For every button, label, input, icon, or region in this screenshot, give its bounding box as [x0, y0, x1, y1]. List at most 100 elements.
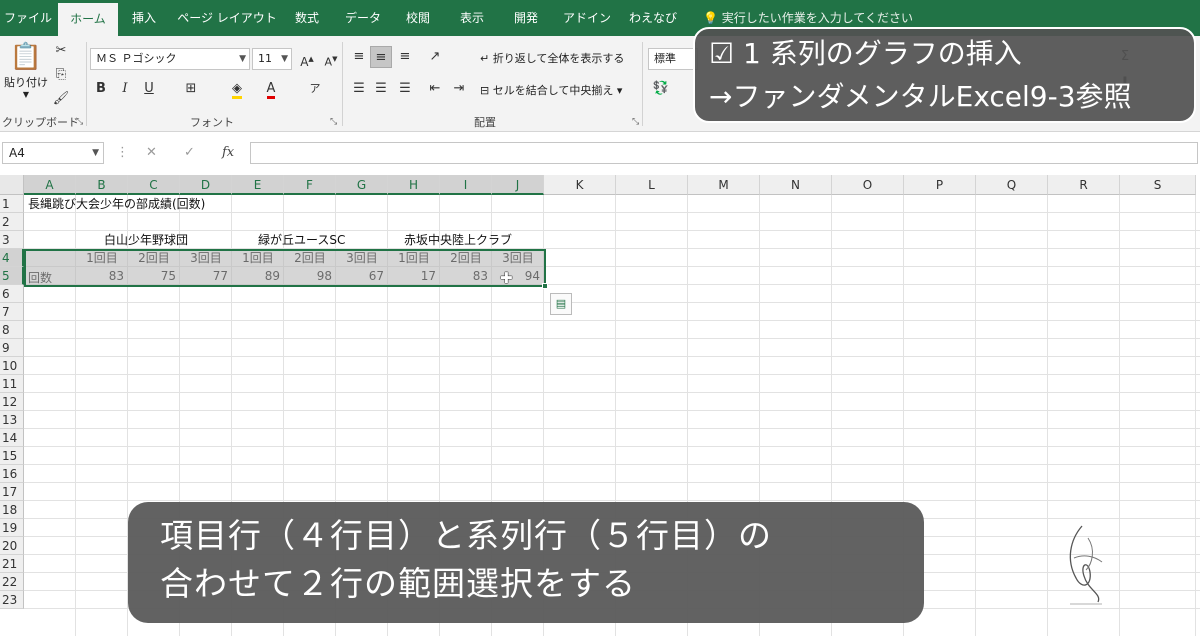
cut-icon[interactable]: ✂: [50, 40, 72, 62]
formula-input[interactable]: [250, 142, 1198, 164]
tab-file[interactable]: ファイル: [0, 0, 56, 36]
dialog-launcher-icon[interactable]: ⤡: [330, 117, 337, 127]
column-header-e[interactable]: E: [232, 175, 284, 195]
column-header-r[interactable]: R: [1048, 175, 1120, 195]
merge-center-button[interactable]: ⊟ セルを結合して中央揃え ▾: [480, 82, 622, 98]
increase-font-icon[interactable]: A▲: [296, 48, 318, 70]
column-header-q[interactable]: Q: [976, 175, 1048, 195]
row-header-3[interactable]: 3: [0, 231, 24, 249]
tab-home[interactable]: ホーム: [58, 3, 118, 36]
row-header-14[interactable]: 14: [0, 429, 24, 447]
row-header-22[interactable]: 22: [0, 573, 24, 591]
column-header-m[interactable]: M: [688, 175, 760, 195]
insert-function-icon[interactable]: fx: [222, 142, 234, 164]
column-header-f[interactable]: F: [284, 175, 336, 195]
row-header-17[interactable]: 17: [0, 483, 24, 501]
row-header-7[interactable]: 7: [0, 303, 24, 321]
format-painter-icon[interactable]: 🖌: [50, 88, 72, 110]
column-header-d[interactable]: D: [180, 175, 232, 195]
enter-icon[interactable]: ✓: [184, 142, 195, 164]
font-size-select[interactable]: 11 ▼: [252, 48, 292, 70]
tab-waenavi[interactable]: わえなび: [620, 0, 686, 36]
dialog-launcher-icon[interactable]: ⤡: [76, 117, 83, 127]
column-header-s[interactable]: S: [1120, 175, 1196, 195]
increase-indent-icon[interactable]: ⇥: [448, 78, 470, 100]
row-header-21[interactable]: 21: [0, 555, 24, 573]
fill-color-icon[interactable]: ◈: [226, 78, 248, 100]
name-box[interactable]: A4 ▼: [2, 142, 104, 164]
row-header-8[interactable]: 8: [0, 321, 24, 339]
quick-analysis-icon[interactable]: ▤: [550, 293, 572, 315]
cell-e3-team[interactable]: 緑が丘ユースSC: [258, 231, 345, 249]
tab-data[interactable]: データ: [334, 0, 392, 36]
row-header-4[interactable]: 4: [0, 249, 24, 267]
borders-icon[interactable]: ⊞: [180, 78, 202, 100]
row-header-19[interactable]: 19: [0, 519, 24, 537]
align-bottom-icon[interactable]: ≡: [394, 46, 416, 68]
column-header-l[interactable]: L: [616, 175, 688, 195]
column-header-n[interactable]: N: [760, 175, 832, 195]
bold-button[interactable]: B: [90, 78, 112, 100]
column-header-b[interactable]: B: [76, 175, 128, 195]
align-top-icon[interactable]: ≡: [348, 46, 370, 68]
decrease-indent-icon[interactable]: ⇤: [424, 78, 446, 100]
row-header-9[interactable]: 9: [0, 339, 24, 357]
align-right-icon[interactable]: ☰: [394, 78, 416, 100]
grid-line: [24, 374, 1200, 375]
orientation-icon[interactable]: ↗: [424, 46, 446, 68]
row-header-6[interactable]: 6: [0, 285, 24, 303]
chevron-down-icon: ▼: [239, 54, 246, 64]
select-all-corner[interactable]: [0, 175, 24, 195]
paste-button[interactable]: 📋 貼り付け ▼: [4, 40, 48, 106]
row-header-5[interactable]: 5: [0, 267, 24, 285]
column-header-k[interactable]: K: [544, 175, 616, 195]
wrap-text-button[interactable]: ↵ 折り返して全体を表示する: [480, 50, 624, 66]
decrease-font-icon[interactable]: A▼: [320, 48, 342, 70]
font-color-icon[interactable]: A: [260, 78, 282, 100]
number-format-select[interactable]: 標準: [648, 48, 698, 70]
cancel-icon[interactable]: ✕: [146, 142, 157, 164]
tab-insert[interactable]: 挿入: [118, 0, 170, 36]
tab-review[interactable]: 校閲: [392, 0, 444, 36]
row-header-20[interactable]: 20: [0, 537, 24, 555]
tab-addins[interactable]: アドイン: [556, 0, 618, 36]
font-name-select[interactable]: ＭＳ Ｐゴシック ▼: [90, 48, 250, 70]
callout-top: ☑ 1 系列のグラフの挿入 →ファンダメンタルExcel9-3参照: [693, 27, 1196, 123]
phonetic-icon[interactable]: ア: [304, 78, 326, 100]
row-header-12[interactable]: 12: [0, 393, 24, 411]
row-header-18[interactable]: 18: [0, 501, 24, 519]
column-header-p[interactable]: P: [904, 175, 976, 195]
row-header-10[interactable]: 10: [0, 357, 24, 375]
accounting-format-icon[interactable]: 💱: [650, 78, 672, 100]
column-header-g[interactable]: G: [336, 175, 388, 195]
fill-handle[interactable]: [542, 283, 548, 289]
column-header-c[interactable]: C: [128, 175, 180, 195]
align-center-icon[interactable]: ☰: [370, 78, 392, 100]
column-header-h[interactable]: H: [388, 175, 440, 195]
italic-button[interactable]: I: [114, 78, 136, 100]
tab-formulas[interactable]: 数式: [282, 0, 332, 36]
column-header-o[interactable]: O: [832, 175, 904, 195]
row-header-13[interactable]: 13: [0, 411, 24, 429]
column-header-a[interactable]: A: [24, 175, 76, 195]
row-header-1[interactable]: 1: [0, 195, 24, 213]
tab-developer[interactable]: 開発: [500, 0, 552, 36]
row-header-15[interactable]: 15: [0, 447, 24, 465]
copy-icon[interactable]: ⎘: [50, 64, 72, 86]
column-header-i[interactable]: I: [440, 175, 492, 195]
cell-h3-team[interactable]: 赤坂中央陸上クラブ: [404, 231, 512, 249]
align-middle-icon[interactable]: ≡: [370, 46, 392, 68]
column-header-j[interactable]: J: [492, 175, 544, 195]
row-header-11[interactable]: 11: [0, 375, 24, 393]
cell-b3-team[interactable]: 白山少年野球団: [104, 231, 188, 249]
underline-button[interactable]: U: [138, 78, 160, 100]
row-header-23[interactable]: 23: [0, 591, 24, 609]
tab-page-layout[interactable]: ページ レイアウト: [172, 0, 282, 36]
grid-line: [24, 446, 1200, 447]
cell-a1-title[interactable]: 長縄跳び大会少年の部成績(回数): [28, 195, 205, 213]
row-header-2[interactable]: 2: [0, 213, 24, 231]
dialog-launcher-icon[interactable]: ⤡: [632, 117, 639, 127]
align-left-icon[interactable]: ☰: [348, 78, 370, 100]
tab-view[interactable]: 表示: [446, 0, 498, 36]
row-header-16[interactable]: 16: [0, 465, 24, 483]
